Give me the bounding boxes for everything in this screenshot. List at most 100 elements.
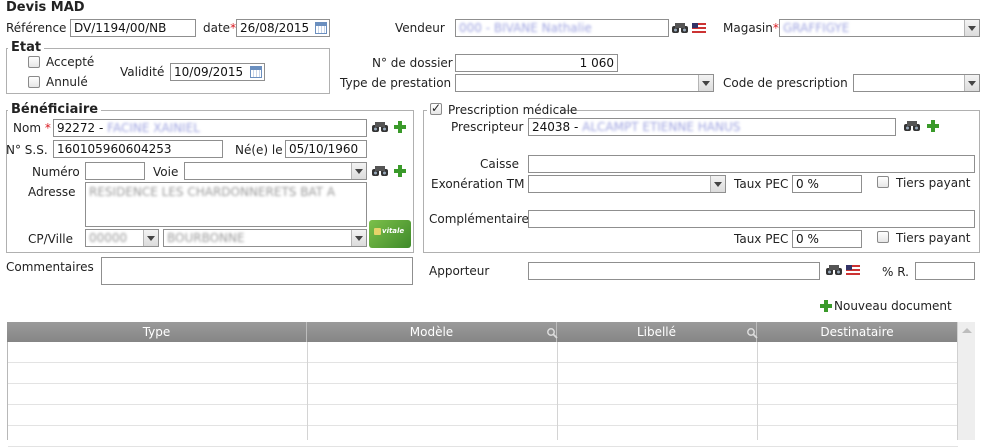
taux-pec-label: Taux PEC [734,177,789,191]
ss-label: N° S.S. [6,143,48,157]
commentaires-label: Commentaires [6,260,94,274]
chevron-down-icon [351,163,366,179]
binoculars-icon[interactable] [903,119,921,133]
dossier-input[interactable]: 1 060 [455,54,618,72]
nom-input[interactable]: 92272 - FACINE XAINIEL [53,119,367,137]
prescription-checkbox[interactable] [430,101,442,115]
column-divider [757,342,758,440]
apporteur-label: Apporteur [429,264,490,278]
dossier-label: N° de dossier [372,56,453,70]
table-row[interactable] [8,426,958,447]
documents-grid-body [7,342,958,447]
tiers-payant-checkbox[interactable] [877,176,889,188]
column-divider [307,342,308,440]
tiers-payant-label: Tiers payant [896,176,971,190]
date-label: date* [203,21,237,35]
pourcent-r-input[interactable] [915,262,975,280]
binoculars-icon[interactable] [671,21,689,35]
etat-legend: Etat [8,40,45,56]
ville-select[interactable]: BOURBONNE [163,229,367,247]
complementaire-input[interactable] [528,210,975,228]
commentaires-textarea[interactable] [101,257,413,285]
exoneration-select[interactable] [528,175,726,193]
table-row[interactable] [8,384,958,405]
type-prestation-label: Type de prestation [340,76,452,90]
adresse-textarea[interactable]: RESIDENCE LES CHARDONNERETS BAT A [85,182,367,227]
prescripteur-input[interactable]: 24038 - ALCAMPT ETIENNE HANUS [528,118,896,136]
calendar-icon[interactable] [250,66,262,78]
type-prestation-select[interactable] [455,74,714,92]
numero-label: Numéro [32,165,80,179]
taux-pec2-label: Taux PEC [734,232,789,246]
table-row[interactable] [8,363,958,384]
taux-pec2-input[interactable]: 0 % [792,230,862,248]
cp-select[interactable]: 00000 [85,229,159,247]
ne-input[interactable]: 05/10/1960 [285,140,367,158]
annule-label: Annulé [46,75,88,89]
annule-checkbox[interactable] [28,76,40,88]
chevron-down-icon [964,75,979,91]
column-header-type[interactable]: Type [7,322,307,342]
table-row[interactable] [8,405,958,426]
ss-input[interactable]: 160105960604253 [53,140,223,158]
code-prescription-label: Code de prescription [723,76,848,90]
accepte-label: Accepté [46,55,95,69]
apporteur-input[interactable] [528,262,820,280]
add-prescripteur-icon[interactable] [927,120,939,132]
date-input[interactable]: 26/08/2015 [236,19,330,37]
add-beneficiaire-icon[interactable] [394,121,406,133]
reference-label: Référence [6,21,67,35]
caisse-label: Caisse [480,157,519,171]
magasin-select[interactable]: GRAFFIGYE [779,19,980,37]
voie-label: Voie [153,165,179,179]
search-icon[interactable] [746,327,758,339]
exoneration-label: Exonération TM [431,177,525,191]
nouveau-document-label: Nouveau document [834,299,952,313]
prescripteur-label: Prescripteur [451,120,524,134]
search-icon[interactable] [546,327,558,339]
chevron-down-icon [143,230,158,246]
validite-label: Validité [120,65,165,79]
chevron-down-icon [710,176,725,192]
table-row[interactable] [8,342,958,363]
caisse-input[interactable] [528,155,975,173]
taux-pec-input[interactable]: 0 % [792,175,862,193]
prescription-legend: Prescription médicale [427,101,577,118]
numero-input[interactable] [85,162,145,180]
reference-input[interactable]: DV/1194/00/NB [70,19,196,37]
beneficiaire-legend: Bénéficiaire [8,102,102,118]
chevron-down-icon [351,230,366,246]
adresse-label: Adresse [28,185,76,199]
complementaire-label: Complémentaire [429,212,529,226]
column-divider [557,342,558,440]
column-header-destinataire[interactable]: Destinataire [757,322,957,342]
code-prescription-select[interactable] [853,74,980,92]
voie-select[interactable] [184,162,367,180]
validite-input[interactable]: 10/09/2015 [170,63,265,81]
page-title: Devis MAD [6,0,85,15]
binoculars-icon[interactable] [371,120,389,134]
binoculars-icon[interactable] [825,263,843,277]
cpville-label: CP/Ville [28,232,73,246]
calendar-icon[interactable] [315,22,327,34]
accepte-checkbox[interactable] [28,56,40,68]
add-voie-icon[interactable] [394,165,406,177]
tiers-payant2-label: Tiers payant [896,231,971,245]
chevron-down-icon [964,20,979,36]
column-header-libelle[interactable]: Libellé [557,322,757,342]
ne-label: Né(e) le [235,143,283,157]
documents-grid-header: Type Modèle Libellé Destinataire [7,322,957,342]
binoculars-icon[interactable] [371,164,389,178]
nom-label: Nom * [13,121,51,135]
carte-vitale-icon[interactable]: vitale [369,220,411,248]
vendeur-input[interactable]: 000 - BIVANE Nathalie [455,19,669,37]
tiers-payant2-checkbox[interactable] [877,231,889,243]
grid-scrollbar[interactable] [957,322,975,440]
pourcent-r-label: % R. [882,265,909,279]
magasin-label: Magasin* [723,21,779,35]
flag-icon[interactable] [846,265,860,275]
column-header-modele[interactable]: Modèle [307,322,557,342]
plus-icon [820,300,832,312]
scroll-up-icon[interactable] [962,328,972,333]
flag-icon[interactable] [692,23,706,33]
